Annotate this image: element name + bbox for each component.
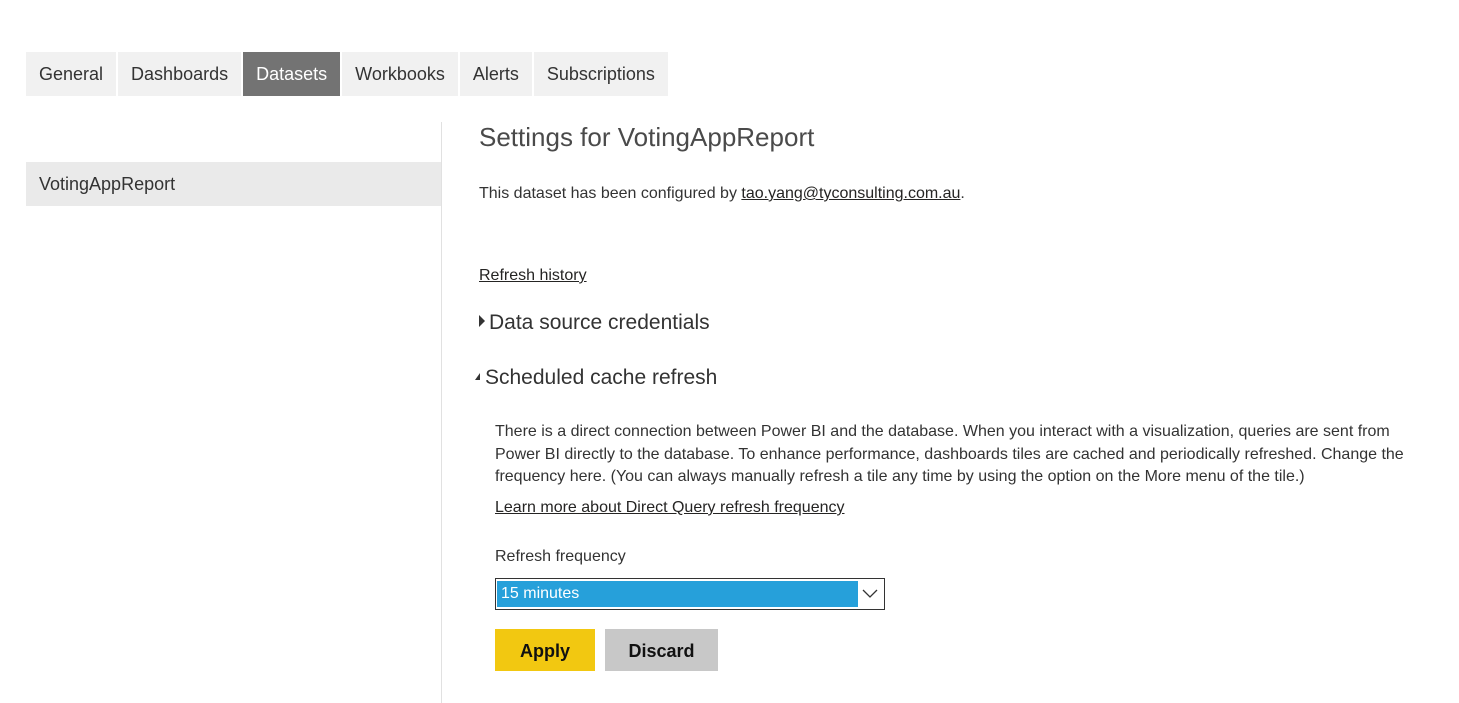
data-source-credentials-header[interactable]: Data source credentials bbox=[479, 311, 710, 335]
tab-workbooks[interactable]: Workbooks bbox=[342, 52, 458, 96]
vertical-divider bbox=[441, 122, 442, 703]
sidebar-item-votingappreport[interactable]: VotingAppReport bbox=[26, 162, 441, 206]
refresh-frequency-value: 15 minutes bbox=[497, 581, 858, 607]
tab-datasets[interactable]: Datasets bbox=[243, 52, 341, 96]
tab-dashboards[interactable]: Dashboards bbox=[118, 52, 242, 96]
scheduled-cache-refresh-label: Scheduled cache refresh bbox=[485, 366, 718, 389]
cache-refresh-description: There is a direct connection between Pow… bbox=[495, 423, 1404, 485]
data-source-credentials-label: Data source credentials bbox=[489, 311, 710, 334]
caret-down-icon bbox=[475, 373, 480, 380]
scheduled-cache-refresh-header[interactable]: Scheduled cache refresh bbox=[475, 366, 718, 390]
settings-panel: Settings for VotingAppReport This datase… bbox=[475, 0, 1439, 703]
refresh-frequency-label: Refresh frequency bbox=[495, 548, 626, 565]
configured-by-prefix: This dataset has been configured by bbox=[479, 185, 742, 202]
configured-by-suffix: . bbox=[960, 185, 965, 202]
apply-button[interactable]: Apply bbox=[495, 629, 595, 671]
configured-by-text: This dataset has been configured by tao.… bbox=[479, 185, 965, 203]
tab-general[interactable]: General bbox=[26, 52, 117, 96]
dataset-list: VotingAppReport bbox=[26, 162, 441, 206]
configured-by-email-link[interactable]: tao.yang@tyconsulting.com.au bbox=[741, 185, 960, 202]
learn-more-link[interactable]: Learn more about Direct Query refresh fr… bbox=[495, 499, 845, 517]
refresh-history-link[interactable]: Refresh history bbox=[479, 267, 587, 285]
chevron-down-icon bbox=[862, 589, 878, 598]
refresh-frequency-select[interactable]: 15 minutes bbox=[495, 578, 885, 610]
caret-right-icon bbox=[479, 315, 485, 328]
discard-button[interactable]: Discard bbox=[605, 629, 718, 671]
page-title: Settings for VotingAppReport bbox=[479, 122, 815, 152]
